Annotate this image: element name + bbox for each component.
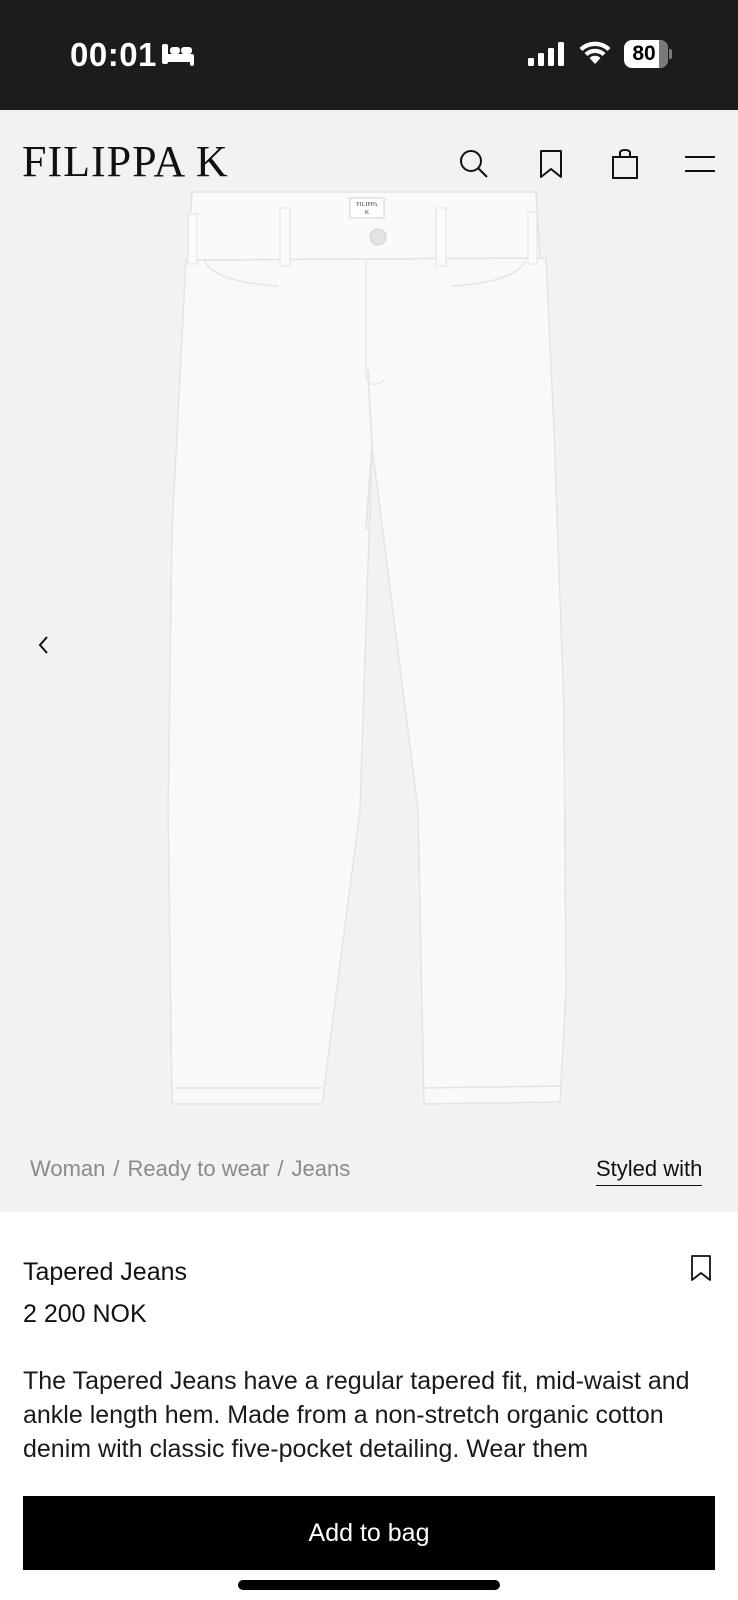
product-image-jeans: FILIPPA K xyxy=(167,191,567,1105)
styled-with-link[interactable]: Styled with xyxy=(596,1156,703,1186)
breadcrumb: Woman / Ready to wear / Jeans xyxy=(30,1156,350,1182)
status-bar: 00:01 80 xyxy=(0,0,738,110)
shopping-bag-icon xyxy=(612,148,638,179)
breadcrumb-item-ready-to-wear[interactable]: Ready to wear xyxy=(128,1156,270,1181)
cellular-signal-icon xyxy=(528,42,564,66)
breadcrumb-item-jeans[interactable]: Jeans xyxy=(292,1156,351,1181)
breadcrumb-separator: / xyxy=(113,1156,120,1181)
site-header: FILIPPA K xyxy=(0,110,738,196)
status-time: 00:01 xyxy=(70,36,157,73)
product-name: Tapered Jeans xyxy=(23,1258,188,1286)
bed-icon xyxy=(162,44,194,66)
garment-label-text: FILIPPA xyxy=(356,202,378,208)
breadcrumb-item-woman[interactable]: Woman xyxy=(30,1156,105,1181)
search-icon xyxy=(460,150,488,178)
shopping-bag-button[interactable] xyxy=(605,144,645,184)
battery-icon: 80 xyxy=(624,40,672,68)
menu-button[interactable] xyxy=(680,144,720,184)
breadcrumb-separator: / xyxy=(277,1156,284,1181)
wifi-icon xyxy=(579,41,611,64)
add-to-wishlist-button[interactable] xyxy=(690,1254,714,1284)
product-description: The Tapered Jeans have a regular tapered… xyxy=(23,1367,690,1463)
battery-level: 80 xyxy=(632,42,656,65)
wishlist-header-button[interactable] xyxy=(531,144,571,184)
brand-logo[interactable]: FILIPPA K xyxy=(22,140,229,184)
svg-text:K: K xyxy=(365,210,370,216)
bookmark-icon xyxy=(540,150,562,178)
home-indicator[interactable] xyxy=(238,1580,500,1590)
chevron-left-icon xyxy=(38,636,48,654)
product-image-gallery[interactable]: FILIPPA K Woman / Ready to wear / Jeans Styl… xyxy=(0,110,738,1212)
previous-image-button[interactable] xyxy=(26,628,60,662)
menu-icon xyxy=(685,156,715,172)
search-button[interactable] xyxy=(454,144,494,184)
product-price: 2 200 NOK xyxy=(23,1300,147,1328)
add-to-bag-button[interactable]: Add to bag xyxy=(23,1496,715,1570)
bookmark-icon xyxy=(691,1255,711,1281)
